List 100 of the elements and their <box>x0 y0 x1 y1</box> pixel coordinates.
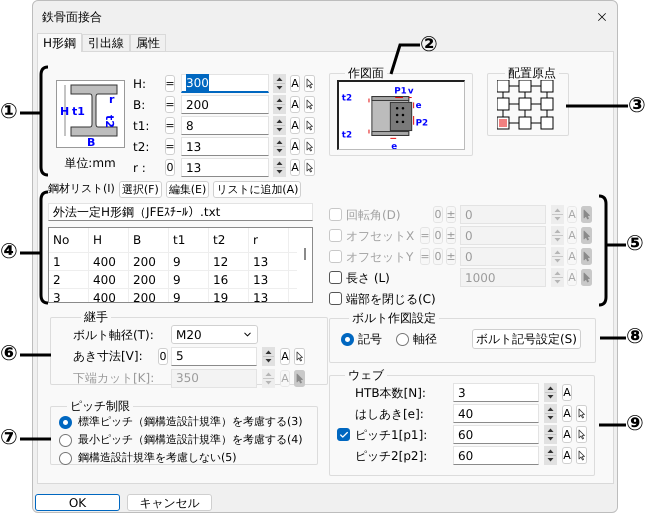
spin-button[interactable] <box>273 158 286 177</box>
radio-button[interactable] <box>59 416 72 428</box>
pick-button[interactable] <box>294 348 305 364</box>
column-header[interactable]: r <box>249 228 289 252</box>
column-header[interactable]: t1 <box>169 228 209 252</box>
input-field[interactable]: 3 <box>453 383 539 402</box>
input-field[interactable]: 40 <box>453 404 539 423</box>
origin-point[interactable] <box>518 116 532 130</box>
field-label: ボルト軸径(T): <box>73 326 155 344</box>
radio-button[interactable] <box>59 434 72 446</box>
spin-button[interactable] <box>544 404 557 423</box>
radio-label[interactable]: 鋼構造設計規準を考慮しない(5) <box>78 450 237 466</box>
leader-line <box>20 354 51 356</box>
input-field[interactable]: 8 <box>181 116 269 135</box>
unit-label: 単位:mm <box>64 155 116 172</box>
dimension-label: H: <box>133 76 148 92</box>
origin-point[interactable] <box>518 80 532 92</box>
pick-button[interactable] <box>576 405 587 422</box>
origin-point[interactable] <box>540 116 554 130</box>
pick-button[interactable] <box>576 426 587 443</box>
input-field[interactable]: 5 <box>171 346 257 366</box>
field-label: HTB本数[N]: <box>355 384 427 402</box>
tab[interactable]: 属性 <box>130 34 166 51</box>
mode-button[interactable]: 0 <box>165 159 175 176</box>
origin-point[interactable] <box>497 116 510 130</box>
list-button[interactable]: 選択(F) <box>118 180 162 198</box>
origin-point[interactable] <box>518 98 532 110</box>
radio-label[interactable]: 軸径 <box>413 330 437 348</box>
field-label[interactable]: ピッチ1[p1]: <box>355 426 453 444</box>
auto-button[interactable]: A <box>562 405 572 422</box>
mode-button[interactable]: 0 <box>158 348 168 364</box>
mode-button[interactable]: = <box>165 96 175 113</box>
mode-button[interactable]: = <box>165 138 175 155</box>
input-field[interactable]: 60 <box>453 425 539 444</box>
input-field[interactable]: 13 <box>181 137 269 156</box>
table-cell: 1 <box>49 253 89 270</box>
dialog-button[interactable]: OK <box>35 494 120 511</box>
radio-button[interactable] <box>341 332 354 346</box>
auto-button[interactable]: A <box>290 117 300 134</box>
input-field[interactable]: 60 <box>453 446 539 465</box>
dialog-button[interactable]: キャンセル <box>127 494 212 511</box>
pick-button[interactable] <box>576 447 587 464</box>
table-cell: 12 <box>209 253 249 270</box>
auto-button[interactable]: A <box>562 384 572 401</box>
list-button[interactable]: 編集(E) <box>166 180 210 198</box>
dimension-label: e <box>416 101 422 112</box>
checkbox-label[interactable]: 長さ (L) <box>346 268 416 286</box>
pick-button[interactable] <box>304 159 315 176</box>
pick-button[interactable] <box>304 117 315 134</box>
radio-button[interactable] <box>396 332 409 346</box>
bolt-symbol-button[interactable]: ボルト記号設定(S) <box>472 329 581 349</box>
pick-button[interactable] <box>304 75 315 92</box>
column-header[interactable]: B <box>129 228 169 252</box>
auto-button[interactable]: A <box>290 75 300 92</box>
radio-button[interactable] <box>59 452 72 464</box>
input-field[interactable]: 300 <box>181 74 269 93</box>
file-field[interactable]: 外法一定H形鋼（JFEｽﾁｰﾙ）.txt <box>48 203 313 221</box>
spin-button[interactable] <box>273 95 286 114</box>
tab[interactable]: 引出線 <box>82 34 130 51</box>
radio-label[interactable]: 標準ピッチ（鋼構造設計規準）を考慮する(3) <box>78 414 303 430</box>
origin-point[interactable] <box>540 80 554 92</box>
input-field[interactable]: 200 <box>181 95 269 114</box>
auto-button[interactable]: A <box>280 348 290 364</box>
origin-point[interactable] <box>540 98 554 110</box>
auto-button[interactable]: A <box>290 138 300 155</box>
input-field[interactable]: 13 <box>181 158 269 177</box>
auto-button[interactable]: A <box>562 447 572 464</box>
auto-button[interactable]: A <box>290 96 300 113</box>
spin-button[interactable] <box>273 137 286 156</box>
dimension-label: t2 <box>342 130 352 140</box>
column-header[interactable]: No <box>49 228 89 252</box>
dropdown[interactable]: M20 <box>171 325 258 344</box>
mode-button[interactable]: = <box>165 117 175 134</box>
spin-button[interactable] <box>262 346 275 366</box>
table-cell: 9 <box>169 289 209 302</box>
spin-button[interactable] <box>544 446 557 465</box>
mode-button[interactable]: = <box>165 75 175 92</box>
scrollbar-thumb[interactable] <box>304 248 306 260</box>
pick-button[interactable] <box>304 96 315 113</box>
checkbox[interactable] <box>329 292 342 305</box>
spin-button[interactable] <box>544 425 557 444</box>
radio-label[interactable]: 最小ピッチ（鋼構造設計規準）を考慮する(4) <box>78 432 303 448</box>
table-cell: 2 <box>49 271 89 288</box>
tab[interactable]: H形鋼 <box>37 33 82 52</box>
spin-button[interactable] <box>544 383 557 402</box>
origin-point[interactable] <box>497 80 510 92</box>
auto-button[interactable]: A <box>290 159 300 176</box>
radio-label[interactable]: 記号 <box>358 330 382 348</box>
column-header[interactable]: H <box>89 228 129 252</box>
origin-point[interactable] <box>497 98 510 110</box>
column-header[interactable]: t2 <box>209 228 249 252</box>
pick-button[interactable] <box>304 138 315 155</box>
spin-button[interactable] <box>273 74 286 93</box>
auto-button[interactable]: A <box>562 426 572 443</box>
list-button[interactable]: リストに追加(A) <box>213 180 302 198</box>
table-cell: 200 <box>129 253 169 270</box>
checkbox[interactable] <box>337 428 350 441</box>
checkbox-label[interactable]: 端部を閉じる(C) <box>346 290 436 308</box>
checkbox[interactable] <box>329 271 342 284</box>
spin-button[interactable] <box>273 116 286 135</box>
